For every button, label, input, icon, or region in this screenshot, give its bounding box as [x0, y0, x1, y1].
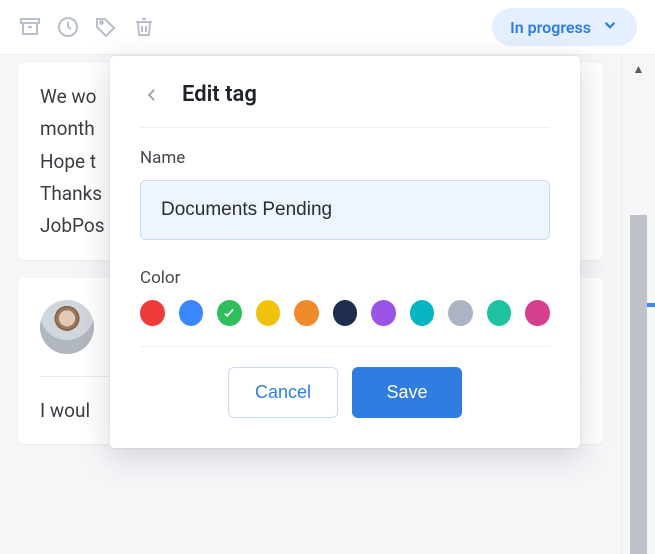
color-swatch[interactable]	[140, 300, 165, 326]
color-swatch[interactable]	[256, 300, 281, 326]
cancel-button[interactable]: Cancel	[228, 367, 338, 418]
trash-icon[interactable]	[132, 15, 156, 39]
chevron-down-icon	[601, 16, 619, 38]
save-button[interactable]: Save	[352, 367, 462, 418]
tag-name-input[interactable]	[140, 180, 550, 240]
color-swatch[interactable]	[525, 300, 550, 326]
avatar	[40, 300, 94, 354]
color-swatch[interactable]	[333, 300, 358, 326]
status-label: In progress	[510, 18, 591, 37]
edit-tag-modal: Edit tag Name Color Cancel Save	[110, 56, 580, 448]
scroll-marker	[647, 303, 655, 307]
toolbar-left	[18, 15, 156, 39]
color-swatch[interactable]	[371, 300, 396, 326]
modal-header: Edit tag	[140, 82, 550, 107]
divider	[140, 127, 550, 128]
color-swatch[interactable]	[217, 300, 242, 326]
color-swatch[interactable]	[179, 300, 204, 326]
scroll-up-arrow[interactable]: ▲	[622, 55, 655, 83]
tag-icon[interactable]	[94, 15, 118, 39]
clock-icon[interactable]	[56, 15, 80, 39]
scrollbar[interactable]: ▲	[621, 55, 655, 554]
color-swatch[interactable]	[410, 300, 435, 326]
color-swatch[interactable]	[294, 300, 319, 326]
back-button[interactable]	[140, 83, 164, 107]
scroll-thumb[interactable]	[630, 215, 647, 554]
toolbar: In progress	[0, 0, 655, 55]
modal-title: Edit tag	[182, 82, 257, 107]
color-field-label: Color	[140, 268, 550, 288]
divider	[140, 346, 550, 347]
archive-icon[interactable]	[18, 15, 42, 39]
modal-actions: Cancel Save	[140, 367, 550, 418]
status-dropdown[interactable]: In progress	[492, 8, 637, 46]
name-field-label: Name	[140, 148, 550, 168]
color-swatch-row	[140, 300, 550, 326]
color-swatch[interactable]	[487, 300, 512, 326]
color-swatch[interactable]	[448, 300, 473, 326]
